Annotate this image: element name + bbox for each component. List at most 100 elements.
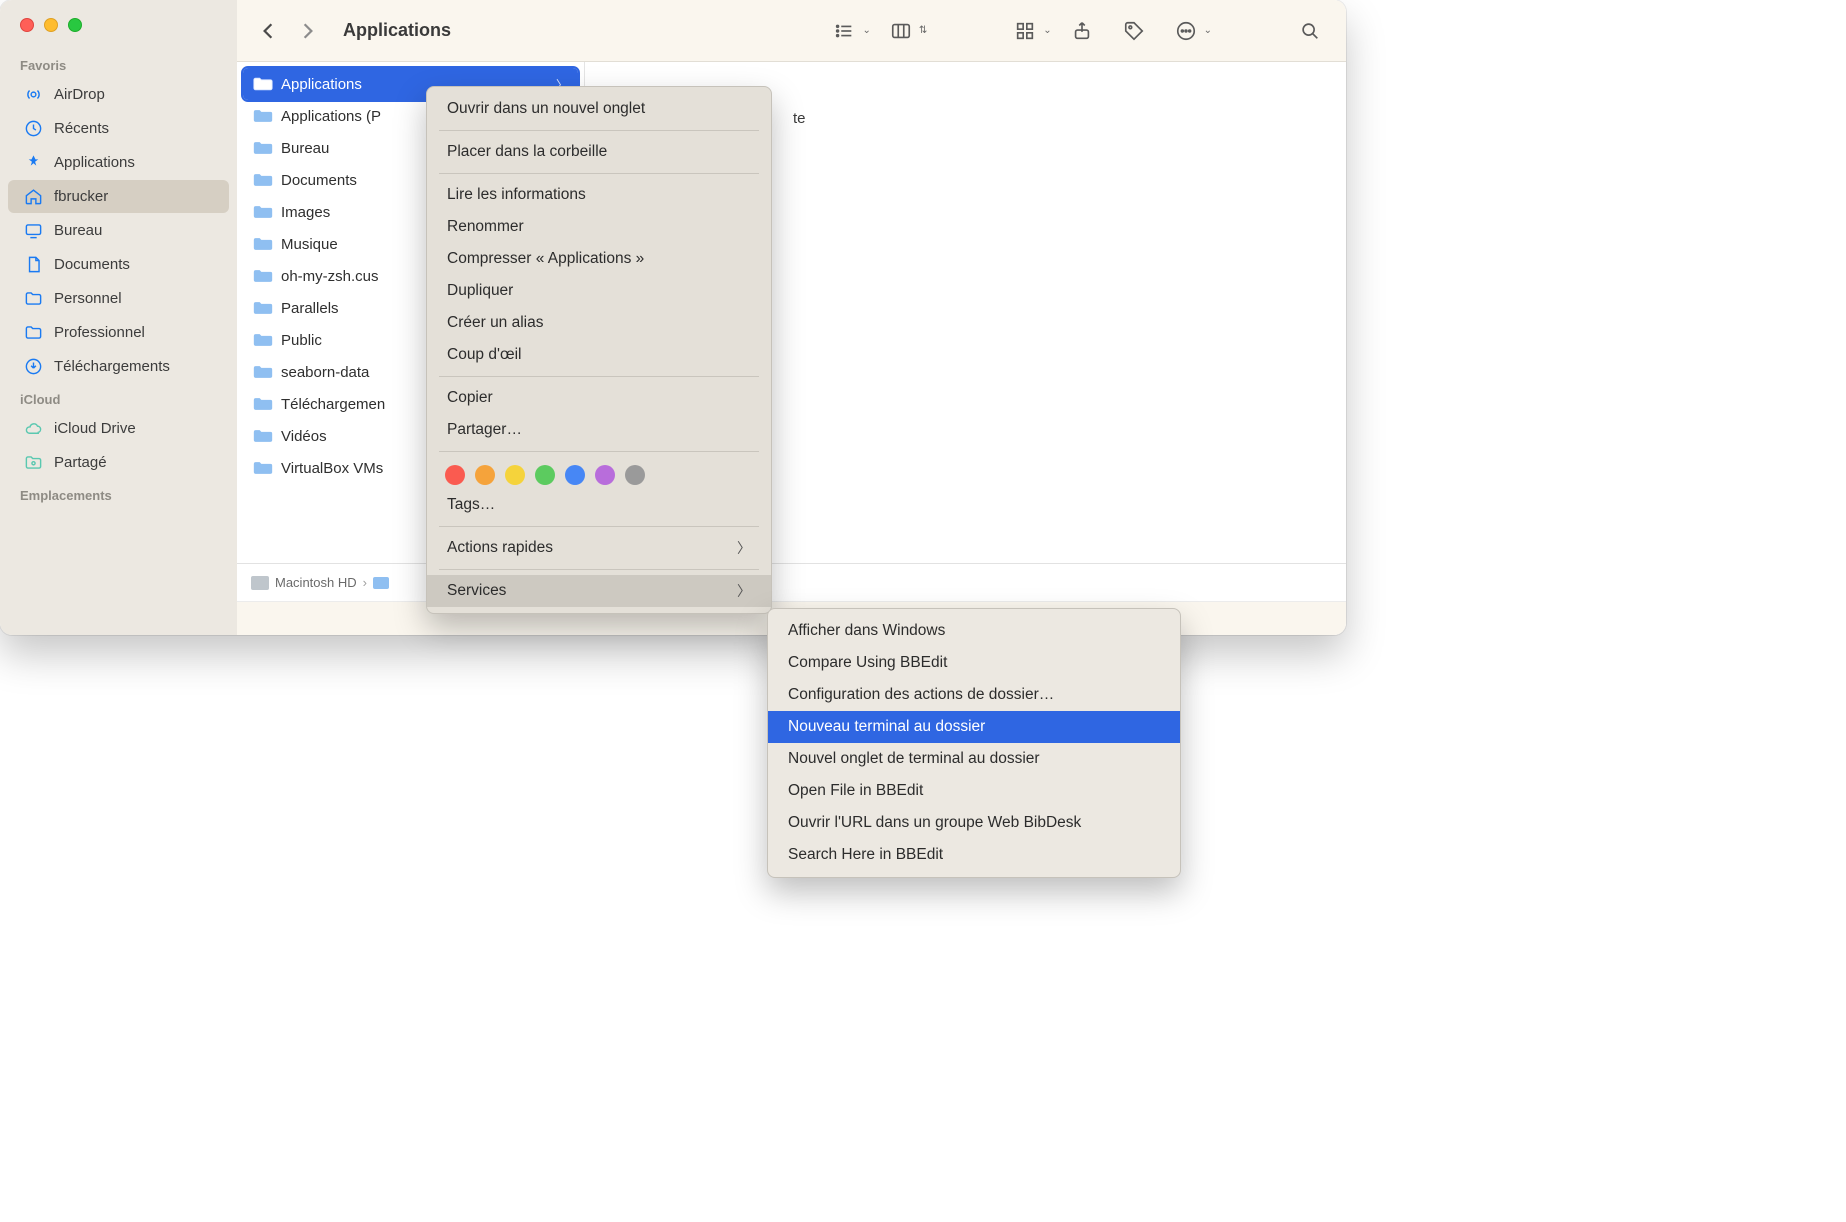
menu-item-label: Nouvel onglet de terminal au dossier [788, 750, 1040, 768]
menu-item-label: Renommer [447, 218, 524, 236]
view-list-button[interactable] [822, 12, 866, 50]
sidebar-item-personnel[interactable]: Personnel [8, 282, 229, 315]
folder-icon [253, 460, 273, 476]
sidebar-item-recents[interactable]: Récents [8, 112, 229, 145]
minimize-window-button[interactable] [44, 18, 58, 32]
sidebar-section-icloud: iCloud [0, 384, 237, 411]
actions-button[interactable] [1164, 12, 1208, 50]
menu-item-copy[interactable]: Copier [427, 382, 771, 414]
close-window-button[interactable] [20, 18, 34, 32]
sidebar-item-label: fbrucker [54, 188, 108, 205]
menu-item-quicklook[interactable]: Coup d'œil [427, 339, 771, 371]
menu-item-label: Compare Using BBEdit [788, 654, 947, 672]
path-crumb[interactable]: Macintosh HD [275, 575, 357, 590]
sidebar-item-fbrucker[interactable]: fbrucker [8, 180, 229, 213]
menu-item-rename[interactable]: Renommer [427, 211, 771, 243]
tag-green[interactable] [535, 465, 555, 485]
sidebar-item-bureau[interactable]: Bureau [8, 214, 229, 247]
submenu-item[interactable]: Afficher dans Windows [768, 615, 1180, 647]
tag-blue[interactable] [565, 465, 585, 485]
submenu-item[interactable]: Compare Using BBEdit [768, 647, 1180, 679]
list-item-label: Public [281, 332, 322, 349]
menu-item-tags[interactable]: Tags… [427, 489, 771, 521]
sidebar: Favoris AirDrop Récents Applications fbr… [0, 0, 237, 635]
back-button[interactable] [251, 15, 285, 47]
chevron-down-icon: ⌄ [862, 25, 870, 36]
menu-item-trash[interactable]: Placer dans la corbeille [427, 136, 771, 168]
sidebar-item-label: Documents [54, 256, 130, 273]
menu-item-label: Placer dans la corbeille [447, 143, 607, 161]
menu-item-duplicate[interactable]: Dupliquer [427, 275, 771, 307]
folder-icon [253, 172, 273, 188]
sidebar-item-label: Téléchargements [54, 358, 170, 375]
view-columns-button[interactable] [879, 12, 923, 50]
desktop-icon [22, 220, 44, 242]
folder-icon [253, 204, 273, 220]
folder-icon [22, 288, 44, 310]
menu-item-alias[interactable]: Créer un alias [427, 307, 771, 339]
airdrop-icon [22, 84, 44, 106]
submenu-item[interactable]: Configuration des actions de dossier… [768, 679, 1180, 711]
tag-orange[interactable] [475, 465, 495, 485]
sidebar-item-telechargements[interactable]: Téléchargements [8, 350, 229, 383]
folder-icon [253, 332, 273, 348]
submenu-item-new-terminal[interactable]: Nouveau terminal au dossier [768, 711, 1180, 743]
group-by-button[interactable] [1003, 12, 1047, 50]
list-item-label: VirtualBox VMs [281, 460, 383, 477]
folder-icon [253, 364, 273, 380]
menu-item-label: Configuration des actions de dossier… [788, 686, 1054, 704]
sidebar-item-professionnel[interactable]: Professionnel [8, 316, 229, 349]
menu-separator [439, 451, 759, 452]
applications-icon [22, 152, 44, 174]
sidebar-section-emplacements: Emplacements [0, 480, 237, 507]
submenu-item[interactable]: Nouvel onglet de terminal au dossier [768, 743, 1180, 775]
services-submenu[interactable]: Afficher dans Windows Compare Using BBEd… [767, 608, 1181, 878]
menu-separator [439, 526, 759, 527]
menu-item-label: Nouveau terminal au dossier [788, 718, 985, 736]
sidebar-item-documents[interactable]: Documents [8, 248, 229, 281]
window-traffic-lights [0, 10, 237, 50]
folder-icon [253, 396, 273, 412]
menu-item-compress[interactable]: Compresser « Applications » [427, 243, 771, 275]
sidebar-item-partage[interactable]: Partagé [8, 446, 229, 479]
submenu-item[interactable]: Open File in BBEdit [768, 775, 1180, 807]
tag-gray[interactable] [625, 465, 645, 485]
toolbar: Applications ⌄ ⇅ ⌄ [237, 0, 1346, 62]
chevron-right-icon: › [363, 575, 367, 590]
submenu-item[interactable]: Search Here in BBEdit [768, 839, 1180, 871]
sidebar-item-label: Applications [54, 154, 135, 171]
path-bar[interactable]: Macintosh HD › [237, 563, 1346, 601]
sidebar-item-icloud-drive[interactable]: iCloud Drive [8, 412, 229, 445]
tags-button[interactable] [1112, 12, 1156, 50]
tag-purple[interactable] [595, 465, 615, 485]
zoom-window-button[interactable] [68, 18, 82, 32]
menu-item-getinfo[interactable]: Lire les informations [427, 179, 771, 211]
tag-yellow[interactable] [505, 465, 525, 485]
menu-item-label: Services [447, 582, 506, 600]
menu-item-label: Open File in BBEdit [788, 782, 923, 800]
sidebar-item-label: Professionnel [54, 324, 145, 341]
column-view: Applications 〉 Applications (P Bureau Do… [237, 62, 1346, 563]
window-title: Applications [343, 20, 451, 41]
menu-item-quick-actions[interactable]: Actions rapides 〉 [427, 532, 771, 564]
folder-icon [253, 140, 273, 156]
menu-item-label: Copier [447, 389, 493, 407]
menu-separator [439, 173, 759, 174]
share-button[interactable] [1060, 12, 1104, 50]
download-icon [22, 356, 44, 378]
sidebar-item-label: iCloud Drive [54, 420, 136, 437]
menu-item-label: Search Here in BBEdit [788, 846, 943, 864]
search-button[interactable] [1288, 12, 1332, 50]
submenu-item[interactable]: Ouvrir l'URL dans un groupe Web BibDesk [768, 807, 1180, 839]
tag-red[interactable] [445, 465, 465, 485]
sidebar-item-label: Bureau [54, 222, 102, 239]
sidebar-item-applications[interactable]: Applications [8, 146, 229, 179]
menu-item-open-new-tab[interactable]: Ouvrir dans un nouvel onglet [427, 93, 771, 125]
menu-item-share[interactable]: Partager… [427, 414, 771, 446]
context-menu[interactable]: Ouvrir dans un nouvel onglet Placer dans… [426, 86, 772, 614]
menu-item-label: Actions rapides [447, 539, 553, 557]
sidebar-item-airdrop[interactable]: AirDrop [8, 78, 229, 111]
menu-item-services[interactable]: Services 〉 [427, 575, 771, 607]
forward-button[interactable] [291, 15, 325, 47]
folder-icon [253, 108, 273, 124]
